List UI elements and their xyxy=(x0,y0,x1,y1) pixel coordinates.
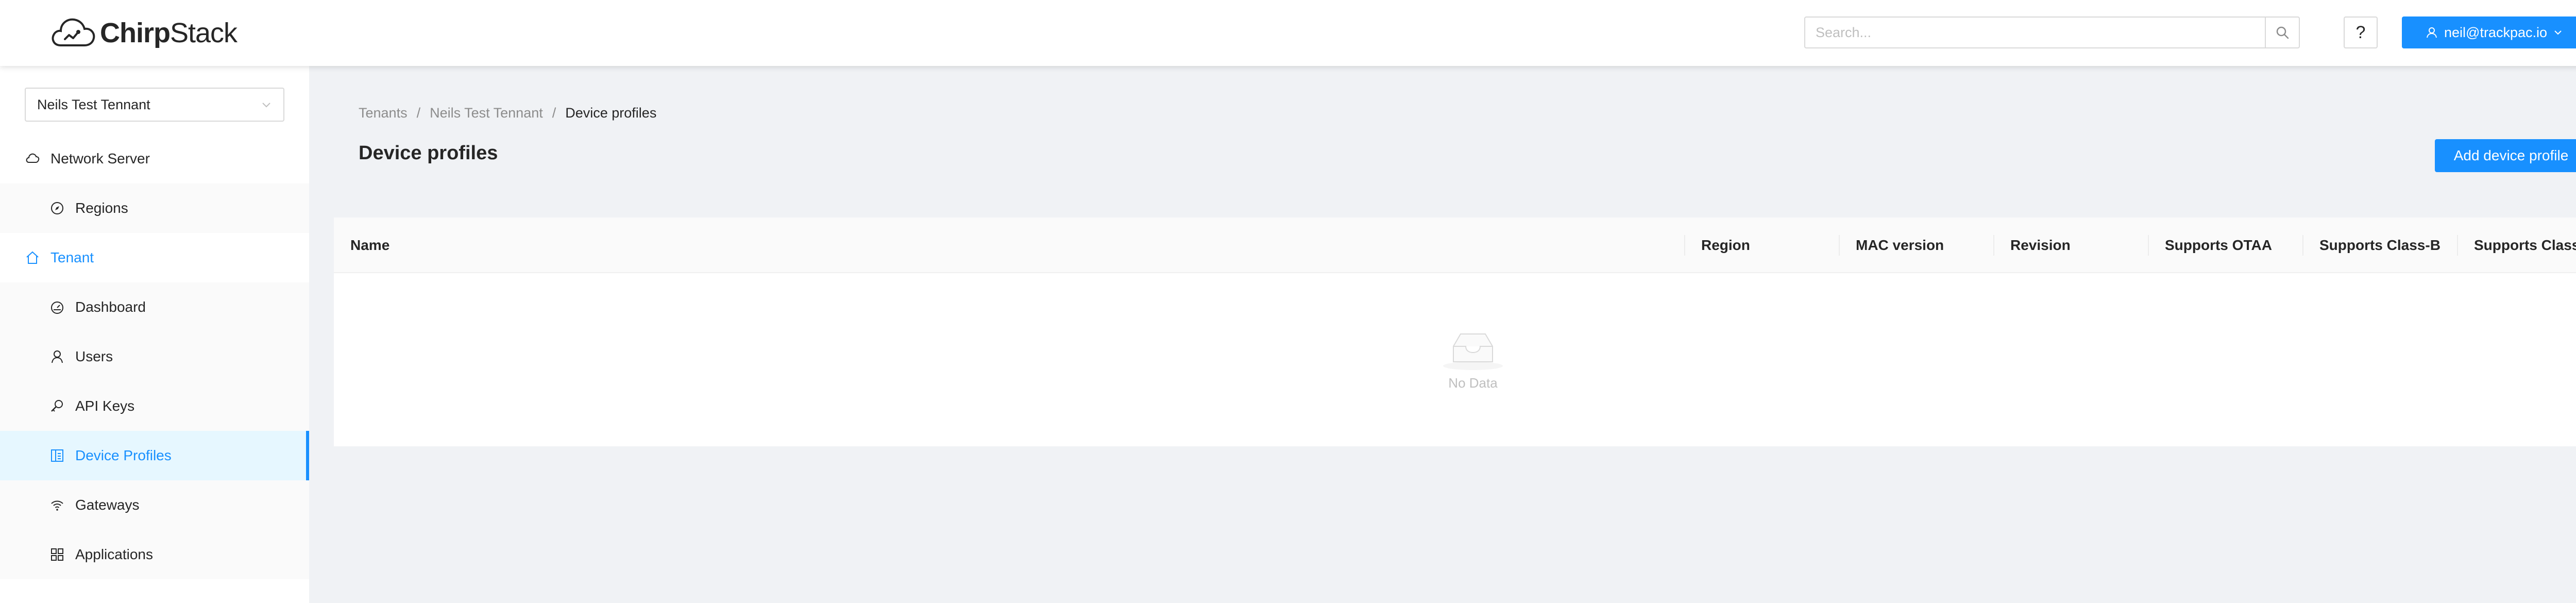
column-divider xyxy=(2302,235,2303,256)
logo-text: ChirpStack xyxy=(100,17,238,49)
chevron-down-icon xyxy=(2554,30,2562,35)
sidebar-item-device-profiles[interactable]: Device Profiles xyxy=(0,431,309,480)
column-header-supports-class-c[interactable]: Supports Class-C xyxy=(2474,217,2576,273)
chirpstack-logo[interactable]: ChirpStack xyxy=(49,13,238,53)
user-icon xyxy=(2427,27,2437,38)
chevron-down-icon xyxy=(262,103,270,108)
search-input[interactable] xyxy=(1805,18,2265,47)
sidebar-item-applications[interactable]: Applications xyxy=(0,530,309,579)
sidebar: Neils Test Tennant Network Server Region… xyxy=(0,66,309,603)
sidebar-item-label: API Keys xyxy=(75,398,135,414)
cloud-icon xyxy=(25,151,40,166)
breadcrumb-tenant-link[interactable]: Neils Test Tennant xyxy=(430,105,543,121)
column-header-name[interactable]: Name xyxy=(350,217,389,273)
sidebar-item-label: Applications xyxy=(75,546,153,562)
sidebar-item-label: Device Profiles xyxy=(75,447,172,463)
top-header: ChirpStack ? neil@trackpac.io xyxy=(0,0,2576,66)
sidebar-item-label: Regions xyxy=(75,200,128,216)
tenant-select[interactable]: Neils Test Tennant xyxy=(25,88,284,122)
sidebar-item-label: Network Server xyxy=(50,150,150,166)
empty-inbox-icon xyxy=(1443,333,1503,370)
sidebar-menu: Network Server Regions Tenant Dashboard xyxy=(0,134,309,579)
breadcrumb-separator: / xyxy=(552,105,556,121)
column-divider xyxy=(2457,235,2458,256)
column-divider xyxy=(2148,235,2149,256)
column-header-revision[interactable]: Revision xyxy=(2010,217,2071,273)
add-device-profile-button[interactable]: Add device profile xyxy=(2435,139,2576,172)
compass-icon xyxy=(49,200,65,216)
question-mark-icon: ? xyxy=(2355,22,2366,42)
sidebar-item-label: Users xyxy=(75,348,113,364)
sidebar-item-label: Tenant xyxy=(50,249,94,265)
user-email: neil@trackpac.io xyxy=(2444,24,2547,40)
logo-text-bold: Chirp xyxy=(100,18,171,48)
sidebar-item-users[interactable]: Users xyxy=(0,332,309,381)
search-box xyxy=(1804,16,2300,48)
device-profiles-table: Name Region MAC version Revision Support… xyxy=(334,217,2576,446)
device-profile-icon xyxy=(49,448,65,463)
sidebar-item-api-keys[interactable]: API Keys xyxy=(0,381,309,431)
column-divider xyxy=(1684,235,1685,256)
breadcrumb: Tenants / Neils Test Tennant / Device pr… xyxy=(359,105,656,121)
search-button[interactable] xyxy=(2265,18,2299,47)
column-divider xyxy=(1839,235,1840,256)
sidebar-item-label: Dashboard xyxy=(75,299,146,315)
wifi-icon xyxy=(49,497,65,513)
column-header-mac-version[interactable]: MAC version xyxy=(1856,217,1944,273)
tenant-select-value: Neils Test Tennant xyxy=(37,96,150,112)
sidebar-item-network-server[interactable]: Network Server xyxy=(0,134,309,183)
page-title: Device profiles xyxy=(359,142,498,164)
empty-state-text: No Data xyxy=(1448,375,1498,391)
column-header-region[interactable]: Region xyxy=(1701,217,1750,273)
sidebar-item-gateways[interactable]: Gateways xyxy=(0,480,309,530)
breadcrumb-tenants-link[interactable]: Tenants xyxy=(359,105,408,121)
help-button[interactable]: ? xyxy=(2344,16,2378,48)
column-header-supports-class-b[interactable]: Supports Class-B xyxy=(2319,217,2441,273)
key-icon xyxy=(49,398,65,414)
column-header-supports-otaa[interactable]: Supports OTAA xyxy=(2165,217,2272,273)
dashboard-icon xyxy=(49,299,65,315)
table-empty-state: No Data xyxy=(334,273,2576,446)
breadcrumb-separator: / xyxy=(416,105,421,121)
cloud-logo-icon xyxy=(52,18,95,46)
appstore-icon xyxy=(49,547,65,562)
user-menu-button[interactable]: neil@trackpac.io xyxy=(2402,16,2576,48)
table-header: Name Region MAC version Revision Support… xyxy=(334,217,2576,273)
sidebar-item-tenant[interactable]: Tenant xyxy=(0,233,309,282)
sidebar-item-label: Gateways xyxy=(75,497,140,513)
user-icon xyxy=(49,349,65,364)
breadcrumb-current: Device profiles xyxy=(565,105,657,121)
sidebar-item-dashboard[interactable]: Dashboard xyxy=(0,282,309,332)
logo-text-regular: Stack xyxy=(170,18,238,48)
search-icon xyxy=(2276,26,2289,39)
column-divider xyxy=(1993,235,1994,256)
sidebar-item-regions[interactable]: Regions xyxy=(0,183,309,233)
home-icon xyxy=(25,250,40,265)
